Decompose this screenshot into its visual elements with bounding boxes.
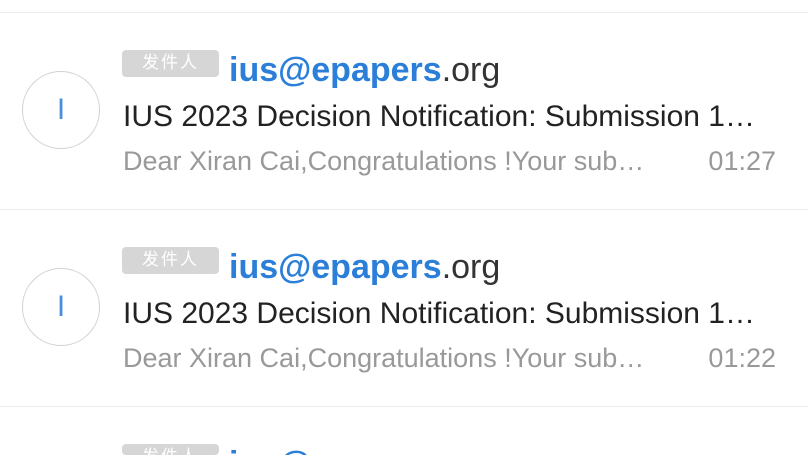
email-row[interactable]: I 发件人 ius@epapers.org IUS 2023 Decision …: [0, 209, 808, 406]
email-subject: IUS 2023 Decision Notification: Submissi…: [123, 297, 755, 330]
avatar-letter: I: [56, 290, 66, 323]
sender-domain: .org: [441, 248, 501, 286]
sender-address: ius@epapers.org: [229, 247, 500, 287]
email-time: 01:27: [708, 146, 776, 176]
sender-highlight: ius@epapers: [229, 51, 442, 89]
email-row[interactable]: I 发件人 ius@epapers.org IUS 2023 Decision …: [0, 12, 808, 209]
sender-avatar[interactable]: I: [22, 71, 100, 149]
sender-domain: .org: [442, 444, 501, 455]
sender-badge: 发件人: [122, 50, 219, 77]
sender-badge: 发件人: [122, 444, 219, 455]
email-row[interactable]: 发件人 ius@epapers.org: [0, 406, 808, 455]
sender-highlight: ius@epapers: [229, 444, 442, 455]
email-preview: Dear Xiran Cai,Congratulations !Your sub…: [123, 146, 645, 176]
sender-domain: .org: [441, 51, 501, 89]
email-subject: IUS 2023 Decision Notification: Submissi…: [123, 100, 755, 133]
sender-badge: 发件人: [122, 247, 219, 274]
email-list: I 发件人 ius@epapers.org IUS 2023 Decision …: [0, 0, 808, 455]
email-preview: Dear Xiran Cai,Congratulations !Your sub…: [123, 343, 645, 373]
email-time: 01:22: [708, 343, 776, 373]
sender-avatar[interactable]: I: [22, 268, 100, 346]
sender-address: ius@epapers.org: [229, 444, 500, 455]
sender-address: ius@epapers.org: [229, 50, 500, 90]
avatar-letter: I: [56, 93, 66, 126]
sender-highlight: ius@epapers: [229, 248, 442, 286]
